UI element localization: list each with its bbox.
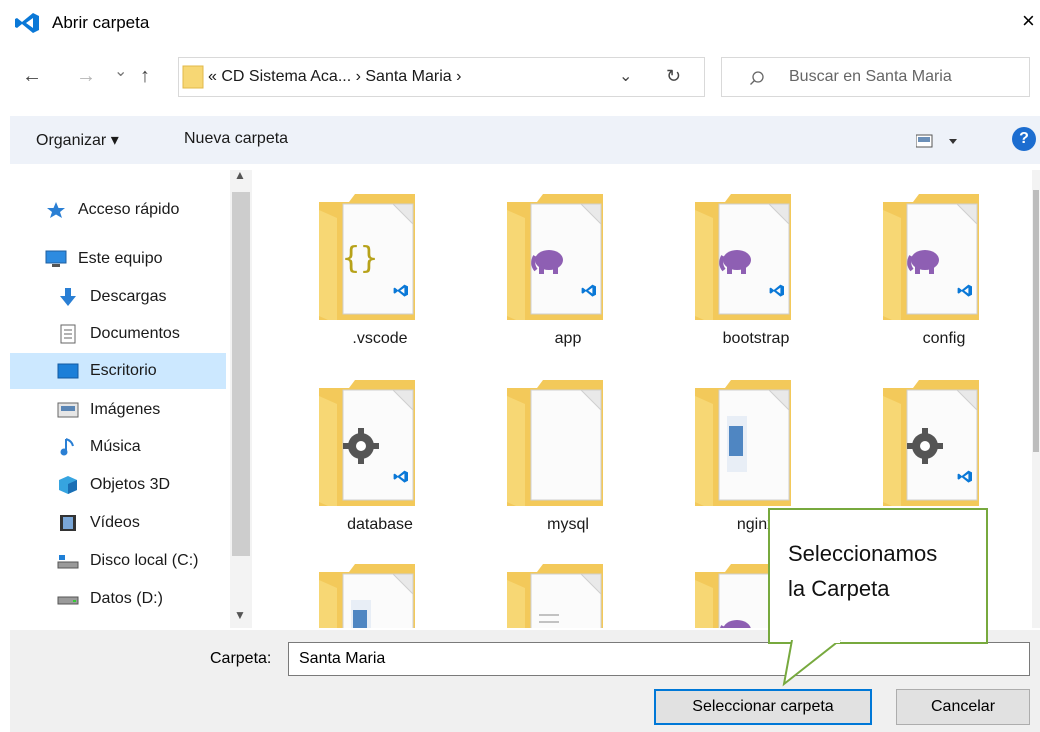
- up-button[interactable]: ↑: [140, 66, 150, 86]
- folder-icon: [319, 564, 415, 628]
- folder-label: bootstrap: [722, 330, 790, 347]
- sidebar-item-objetos-3d[interactable]: Objetos 3D: [56, 468, 236, 502]
- folder-icon: [883, 380, 979, 506]
- svg-text:{}: {}: [342, 241, 378, 276]
- folder-icon: [182, 65, 204, 89]
- search-icon: [750, 71, 764, 85]
- desktop-icon: [56, 361, 80, 381]
- sidebar-item-label: Vídeos: [90, 514, 140, 531]
- sidebar-item-label: Descargas: [90, 288, 167, 305]
- refresh-icon[interactable]: ↻: [666, 66, 681, 87]
- drive-icon: [56, 589, 80, 609]
- recent-locations-icon[interactable]: ⌄: [114, 64, 127, 80]
- vscode-icon: [15, 13, 39, 33]
- callout-line-2: la Carpeta: [788, 576, 890, 601]
- sidebar-item-label: Música: [90, 438, 141, 455]
- new-folder-button[interactable]: Nueva carpeta: [184, 130, 288, 148]
- folder-label: app: [554, 330, 582, 347]
- callout-pointer: [782, 640, 841, 687]
- sidebar-item-label: Objetos 3D: [90, 476, 171, 493]
- folder-icon: [507, 564, 603, 628]
- folder-item[interactable]: mysql: [483, 376, 653, 546]
- back-button[interactable]: ←: [22, 66, 42, 86]
- folder-icon: [507, 194, 603, 320]
- sidebar-item-este-equipo[interactable]: Este equipo: [44, 242, 224, 276]
- window-title: Abrir carpeta: [52, 13, 150, 32]
- sidebar-item-label: Imágenes: [90, 401, 161, 418]
- cube-icon: [56, 475, 80, 495]
- music-icon: [56, 437, 80, 457]
- star-icon: [44, 200, 68, 220]
- cancel-button[interactable]: Cancelar: [896, 689, 1030, 725]
- sidebar-item-vídeos[interactable]: Vídeos: [56, 506, 236, 540]
- sidebar-item-label: Escritorio: [90, 362, 157, 379]
- sidebar-item-label: Datos (D:): [90, 590, 163, 607]
- folder-icon: {}: [319, 194, 415, 320]
- sidebar-item-disco-local-c[interactable]: Disco local (C:): [56, 544, 236, 578]
- folder-label: config: [922, 330, 966, 347]
- organize-button[interactable]: Organizar ▾: [36, 130, 119, 150]
- folder-item[interactable]: config: [859, 190, 1029, 360]
- scroll-down-icon[interactable]: ▼: [234, 608, 246, 622]
- folder-icon: [319, 380, 415, 506]
- folder-icon: [883, 194, 979, 320]
- select-folder-button[interactable]: Seleccionar carpeta: [654, 689, 872, 725]
- folder-item[interactable]: app: [483, 190, 653, 360]
- image-icon: [56, 400, 80, 420]
- folder-label: database: [347, 516, 413, 533]
- folder-label: .vscode: [352, 330, 408, 347]
- disk-icon: [56, 551, 80, 571]
- download-icon: [56, 287, 80, 307]
- command-bar: [10, 116, 1040, 164]
- grid-scrollbar-thumb[interactable]: [1033, 190, 1039, 452]
- sidebar-item-label: Este equipo: [78, 250, 163, 267]
- folder-label: mysql: [547, 516, 589, 533]
- folder-item[interactable]: [295, 560, 465, 628]
- sidebar-item-label: Documentos: [90, 325, 180, 342]
- folder-icon: [695, 380, 791, 506]
- folder-item[interactable]: bootstrap: [671, 190, 841, 360]
- nav-scrollbar-thumb[interactable]: [232, 192, 250, 556]
- view-options-icon[interactable]: [916, 133, 960, 149]
- scroll-up-icon[interactable]: ▲: [234, 168, 246, 182]
- folder-name-input[interactable]: [288, 642, 1030, 676]
- sidebar-item-documentos[interactable]: Documentos: [56, 317, 236, 351]
- computer-icon: [44, 249, 68, 269]
- address-dropdown-icon[interactable]: ⌄: [619, 66, 632, 86]
- callout-line-1: Seleccionamos: [788, 541, 938, 566]
- sidebar-item-label: Acceso rápido: [78, 201, 180, 218]
- sidebar-item-escritorio[interactable]: Escritorio: [56, 354, 236, 388]
- sidebar-item-descargas[interactable]: Descargas: [56, 280, 236, 314]
- document-icon: [56, 324, 80, 344]
- folder-item[interactable]: {} .vscode: [295, 190, 465, 360]
- search-placeholder: Buscar en Santa Maria: [789, 68, 952, 85]
- folder-item[interactable]: [483, 560, 653, 628]
- forward-button[interactable]: →: [76, 66, 96, 86]
- sidebar-item-label: Disco local (C:): [90, 552, 199, 569]
- breadcrumb[interactable]: « CD Sistema Aca... › Santa Maria ›: [208, 68, 461, 86]
- folder-icon: [695, 194, 791, 320]
- callout-text: Seleccionamos la Carpeta: [788, 536, 978, 606]
- folder-item[interactable]: database: [295, 376, 465, 546]
- folder-label: Carpeta:: [210, 650, 272, 667]
- folder-icon: [507, 380, 603, 506]
- video-icon: [56, 513, 80, 533]
- title-bar: [0, 0, 1040, 50]
- sidebar-item-acceso-rápido[interactable]: Acceso rápido: [44, 193, 224, 227]
- sidebar-item-música[interactable]: Música: [56, 430, 236, 464]
- help-icon[interactable]: ?: [1012, 127, 1036, 151]
- sidebar-item-imágenes[interactable]: Imágenes: [56, 393, 236, 427]
- sidebar-item-datos-d[interactable]: Datos (D:): [56, 582, 236, 616]
- close-icon[interactable]: ×: [1022, 10, 1035, 32]
